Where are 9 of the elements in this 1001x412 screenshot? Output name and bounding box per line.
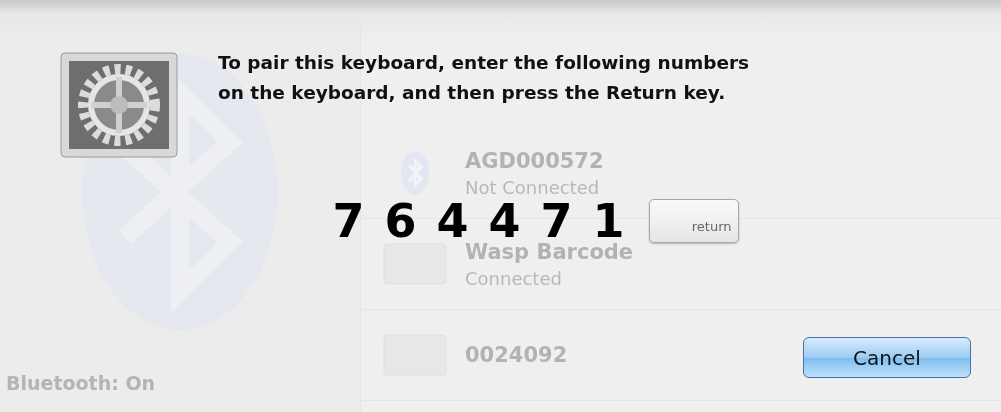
gear-icon <box>60 52 178 158</box>
device-status: Not Connected <box>465 176 601 198</box>
device-name: 0024092 <box>465 343 568 367</box>
cancel-button[interactable]: Cancel <box>803 337 971 378</box>
device-status: Connected <box>465 267 563 289</box>
return-key: return <box>648 199 739 243</box>
pairing-instructions: To pair this keyboard, enter the following numbers on the keyboard, and then press the Return key. <box>218 51 750 105</box>
bluetooth-status: Bluetooth: On <box>5 372 156 394</box>
device-name: AGD000572 <box>465 148 604 173</box>
